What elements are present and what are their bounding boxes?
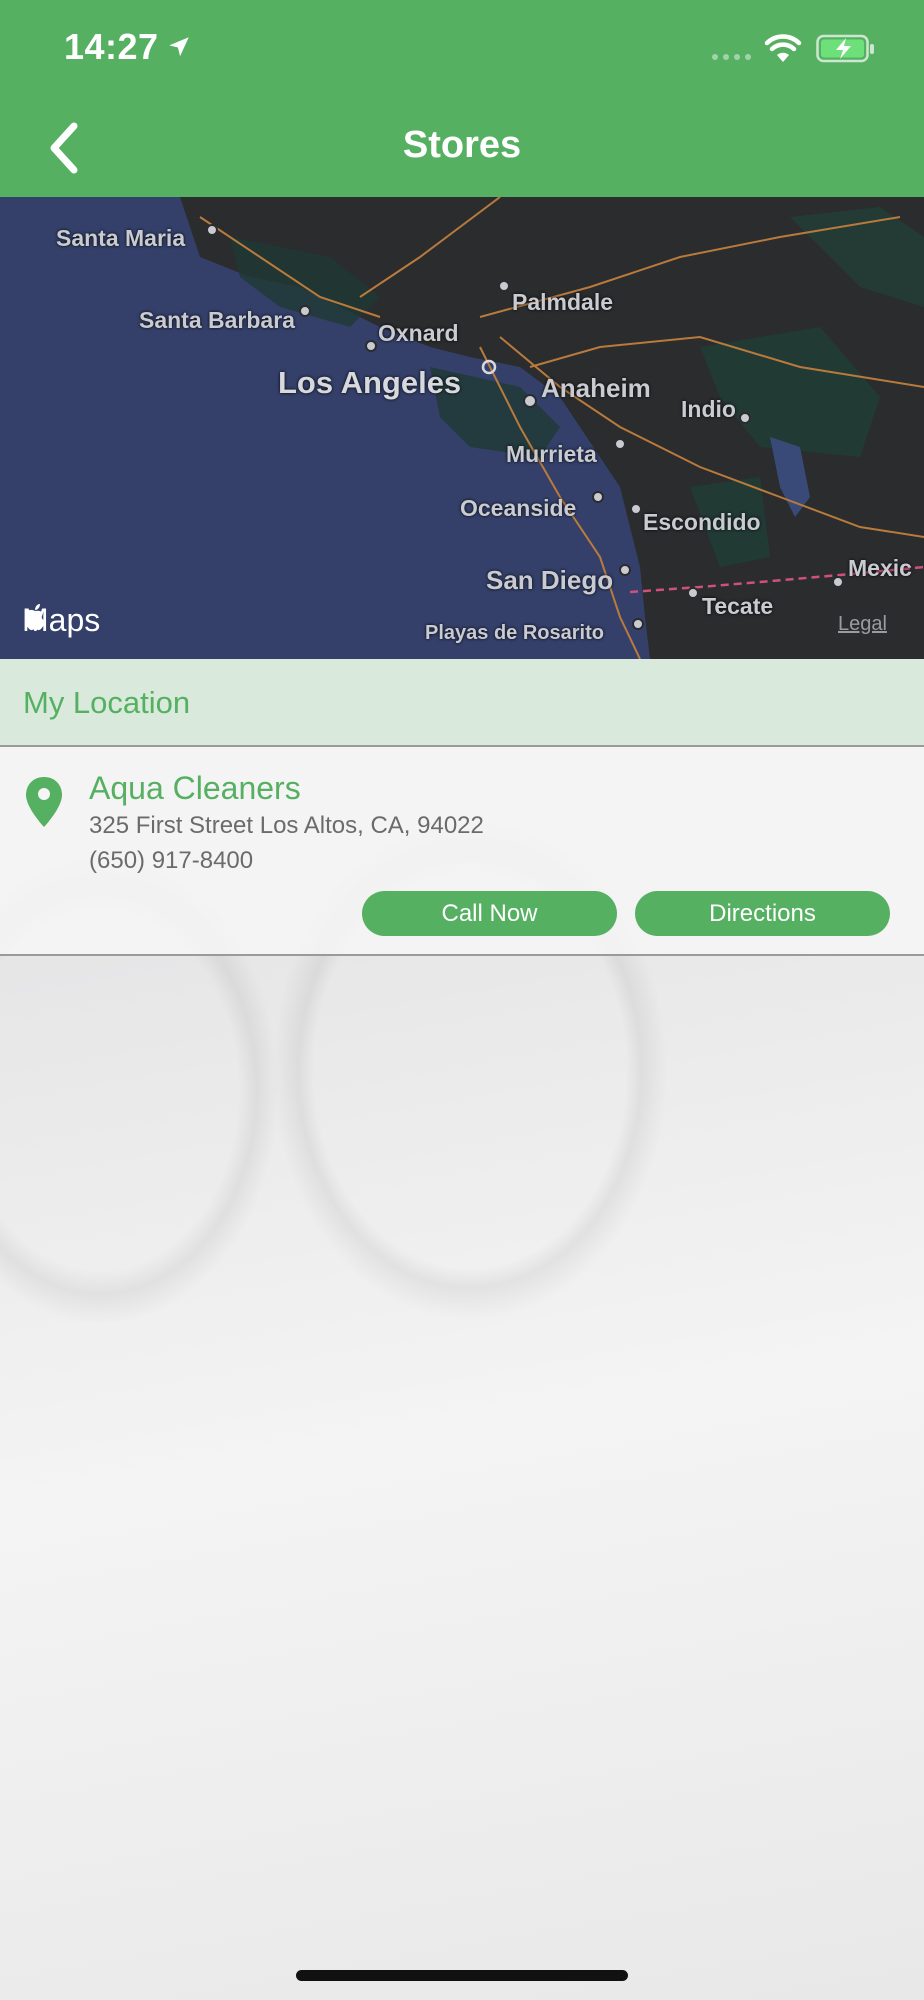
map-label-santa-maria: Santa Maria xyxy=(56,225,186,251)
home-indicator[interactable] xyxy=(296,1970,628,1981)
call-now-button[interactable]: Call Now xyxy=(362,891,617,936)
map-base xyxy=(0,197,924,659)
map-label-mexicali: Mexic xyxy=(848,555,912,581)
store-phone: (650) 917-8400 xyxy=(89,847,254,874)
location-arrow-icon xyxy=(169,37,189,57)
map-label-escondido: Escondido xyxy=(643,509,761,535)
map-label-tecate: Tecate xyxy=(702,593,774,619)
maps-attribution: Maps xyxy=(22,602,100,639)
cellular-signal-icon xyxy=(712,54,751,60)
status-time: 14:27 xyxy=(64,26,159,67)
map-label-santa-barbara: Santa Barbara xyxy=(139,307,295,333)
page-title: Stores xyxy=(402,124,522,166)
map-pin-icon xyxy=(26,777,62,827)
map-label-los-angeles: Los Angeles xyxy=(278,365,462,400)
section-title: My Location xyxy=(23,685,191,720)
map-label-oxnard: Oxnard xyxy=(378,320,459,346)
wifi-icon xyxy=(764,34,802,62)
my-location-section-header: My Location xyxy=(0,659,924,747)
app-header: 14:27 Stores xyxy=(0,0,924,197)
map-label-palmdale: Palmdale xyxy=(512,289,613,315)
map-label-anaheim: Anaheim xyxy=(541,373,651,403)
store-name: Aqua Cleaners xyxy=(89,770,301,806)
apple-logo-icon xyxy=(24,604,45,631)
directions-button[interactable]: Directions xyxy=(635,891,890,936)
map-view[interactable]: Santa Maria Santa Barbara Palmdale Oxnar… xyxy=(0,197,924,659)
legal-link[interactable]: Legal xyxy=(838,613,887,636)
map-label-oceanside: Oceanside xyxy=(460,495,577,521)
store-address: 325 First Street Los Altos, CA, 94022 xyxy=(89,812,484,839)
map-label-san-diego: San Diego xyxy=(486,565,614,595)
map-label-playas: Playas de Rosarito xyxy=(425,622,604,644)
map-label-murrieta: Murrieta xyxy=(506,441,597,467)
battery-charging-icon xyxy=(816,34,874,63)
store-list-item[interactable]: Aqua Cleaners 325 First Street Los Altos… xyxy=(0,747,924,956)
map-label-indio: Indio xyxy=(681,396,736,422)
